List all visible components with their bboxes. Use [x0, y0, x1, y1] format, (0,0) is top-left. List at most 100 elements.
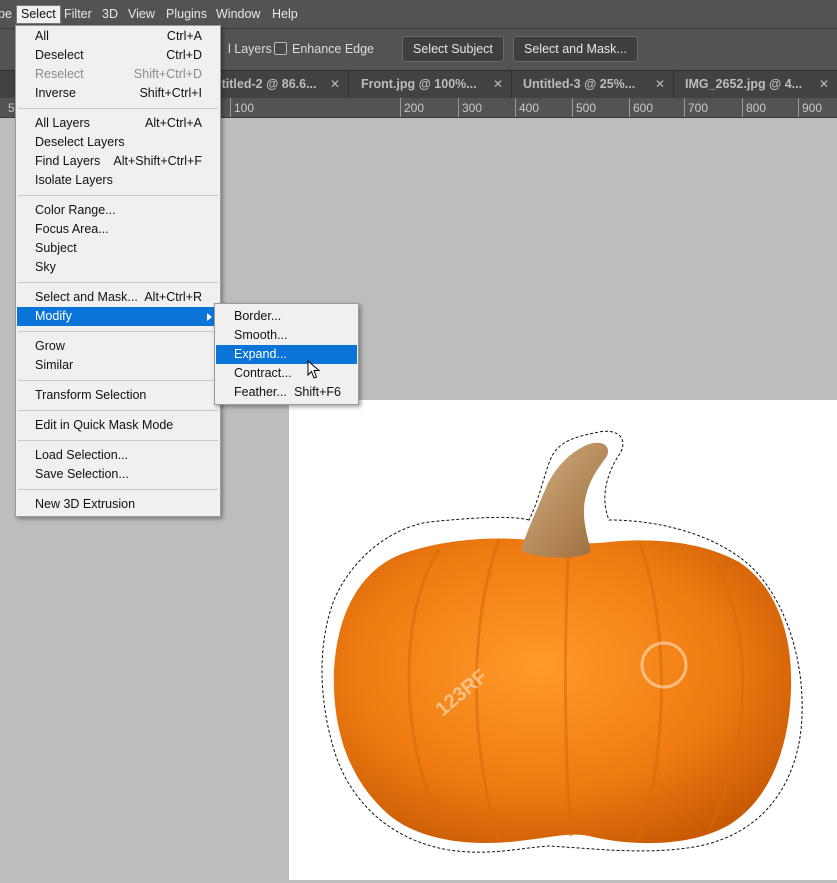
- menu-separator: [18, 195, 218, 196]
- menu-separator: [18, 108, 218, 109]
- close-icon[interactable]: ✕: [819, 71, 829, 98]
- menu-item-inverse[interactable]: Inverse Shift+Ctrl+I: [17, 84, 219, 103]
- menu-separator: [18, 331, 218, 332]
- menu-item-reselect[interactable]: Reselect Shift+Ctrl+D: [17, 65, 219, 84]
- enhance-edge-checkbox[interactable]: [274, 42, 287, 55]
- ruler-tick: [400, 98, 401, 117]
- ruler-tick: [742, 98, 743, 117]
- ruler-tick: [798, 98, 799, 117]
- menu-item-subject[interactable]: Subject: [17, 239, 219, 258]
- menu-item-isolate-layers[interactable]: Isolate Layers: [17, 171, 219, 190]
- tab-label: Untitled-3 @ 25%...: [523, 77, 636, 91]
- menu-item-label: Expand...: [234, 347, 287, 361]
- menu-item-expand[interactable]: Expand...: [216, 345, 357, 364]
- menu-plugins[interactable]: Plugins: [162, 6, 211, 23]
- menu-item-select-and-mask[interactable]: Select and Mask... Alt+Ctrl+R: [17, 288, 219, 307]
- close-icon[interactable]: ✕: [493, 71, 503, 98]
- menu-item-shortcut: Ctrl+D: [166, 48, 202, 62]
- menu-item-find-layers[interactable]: Find Layers Alt+Shift+Ctrl+F: [17, 152, 219, 171]
- menu-item-label: Load Selection...: [35, 448, 129, 462]
- tab-label: ntitled-2 @ 86.6...: [214, 77, 317, 91]
- menu-separator: [18, 489, 218, 490]
- menu-item-label: Contract...: [234, 366, 292, 380]
- ruler-tick: [572, 98, 573, 117]
- tab-untitled-3[interactable]: Untitled-3 @ 25%... ✕: [512, 71, 674, 98]
- menu-item-sky[interactable]: Sky: [17, 258, 219, 277]
- menu-item-label: Reselect: [35, 67, 84, 81]
- menu-item-label: Inverse: [35, 86, 76, 100]
- menu-item-deselect-layers[interactable]: Deselect Layers: [17, 133, 219, 152]
- menu-item-all[interactable]: All Ctrl+A: [17, 27, 219, 46]
- ruler-label: 800: [746, 101, 767, 115]
- menu-select[interactable]: Select: [16, 5, 61, 24]
- ruler-label: 5: [8, 101, 15, 115]
- menu-item-modify[interactable]: Modify: [17, 307, 219, 326]
- menu-item-label: Grow: [35, 339, 65, 353]
- menu-view[interactable]: View: [124, 6, 159, 23]
- tab-front[interactable]: Front.jpg @ 100%... ✕: [349, 71, 512, 98]
- ruler-label: 500: [576, 101, 597, 115]
- menu-separator: [18, 380, 218, 381]
- modify-submenu: Border... Smooth... Expand... Contract..…: [214, 303, 359, 405]
- tab-label: Front.jpg @ 100%...: [361, 77, 477, 91]
- ruler-tick: [230, 98, 231, 117]
- menu-item-deselect[interactable]: Deselect Ctrl+D: [17, 46, 219, 65]
- menu-3d[interactable]: 3D: [98, 6, 122, 23]
- menu-item-quick-mask[interactable]: Edit in Quick Mask Mode: [17, 416, 219, 435]
- menu-item-new-3d-extrusion[interactable]: New 3D Extrusion: [17, 495, 219, 514]
- menu-item-similar[interactable]: Similar: [17, 356, 219, 375]
- menu-item-contract[interactable]: Contract...: [216, 364, 357, 383]
- menu-help[interactable]: Help: [268, 6, 302, 23]
- menu-item-save-selection[interactable]: Save Selection...: [17, 465, 219, 484]
- menu-item-label: Deselect Layers: [35, 135, 125, 149]
- menu-item-label: Save Selection...: [35, 467, 129, 481]
- menu-item-label: Feather...: [234, 385, 287, 399]
- menu-item-feather[interactable]: Feather... Shift+F6: [216, 383, 357, 402]
- menu-separator: [18, 282, 218, 283]
- pumpkin-stem: [521, 442, 609, 558]
- sample-all-layers-label[interactable]: l Layers: [228, 42, 272, 56]
- menu-item-label: Transform Selection: [35, 388, 147, 402]
- close-icon[interactable]: ✕: [655, 71, 665, 98]
- menu-item-label: Select and Mask...: [35, 290, 138, 304]
- ruler-tick: [458, 98, 459, 117]
- menu-separator: [18, 440, 218, 441]
- ruler-label: 100: [234, 101, 255, 115]
- menu-type[interactable]: pe: [0, 6, 16, 23]
- menu-item-shortcut: Alt+Shift+Ctrl+F: [113, 154, 202, 168]
- close-icon[interactable]: ✕: [330, 71, 340, 98]
- submenu-arrow-icon: [207, 313, 212, 321]
- select-and-mask-button[interactable]: Select and Mask...: [513, 36, 638, 62]
- ruler-label: 600: [633, 101, 654, 115]
- menu-filter[interactable]: Filter: [60, 6, 96, 23]
- mouse-cursor-icon: [307, 360, 321, 379]
- menu-item-label: Similar: [35, 358, 74, 372]
- menu-item-shortcut: Ctrl+A: [166, 29, 202, 43]
- menu-item-border[interactable]: Border...: [216, 307, 357, 326]
- menu-item-load-selection[interactable]: Load Selection...: [17, 446, 219, 465]
- menu-item-label: New 3D Extrusion: [35, 497, 136, 511]
- menu-item-label: Subject: [35, 241, 77, 255]
- ruler-label: 300: [462, 101, 483, 115]
- menu-item-color-range[interactable]: Color Range...: [17, 201, 219, 220]
- menu-item-label: Deselect: [35, 48, 84, 62]
- menu-item-smooth[interactable]: Smooth...: [216, 326, 357, 345]
- document-canvas[interactable]: 123RF: [289, 400, 837, 880]
- enhance-edge-label[interactable]: Enhance Edge: [292, 42, 374, 56]
- select-subject-button[interactable]: Select Subject: [402, 36, 504, 62]
- tab-img-2652[interactable]: IMG_2652.jpg @ 4... ✕: [674, 71, 837, 98]
- menu-item-shortcut: Shift+F6: [294, 385, 341, 399]
- menu-item-all-layers[interactable]: All Layers Alt+Ctrl+A: [17, 114, 219, 133]
- menu-item-label: All: [35, 29, 49, 43]
- menu-item-label: Isolate Layers: [35, 173, 113, 187]
- menu-item-grow[interactable]: Grow: [17, 337, 219, 356]
- select-menu: All Ctrl+A Deselect Ctrl+D Reselect Shift+C…: [15, 25, 221, 517]
- menu-window[interactable]: Window: [212, 6, 264, 23]
- menu-item-shortcut: Alt+Ctrl+R: [144, 290, 202, 304]
- menu-item-label: Focus Area...: [35, 222, 109, 236]
- menu-item-shortcut: Shift+Ctrl+I: [139, 86, 202, 100]
- ruler-label: 200: [404, 101, 425, 115]
- tab-untitled-2[interactable]: ntitled-2 @ 86.6... ✕: [208, 71, 349, 98]
- menu-item-transform-selection[interactable]: Transform Selection: [17, 386, 219, 405]
- menu-item-focus-area[interactable]: Focus Area...: [17, 220, 219, 239]
